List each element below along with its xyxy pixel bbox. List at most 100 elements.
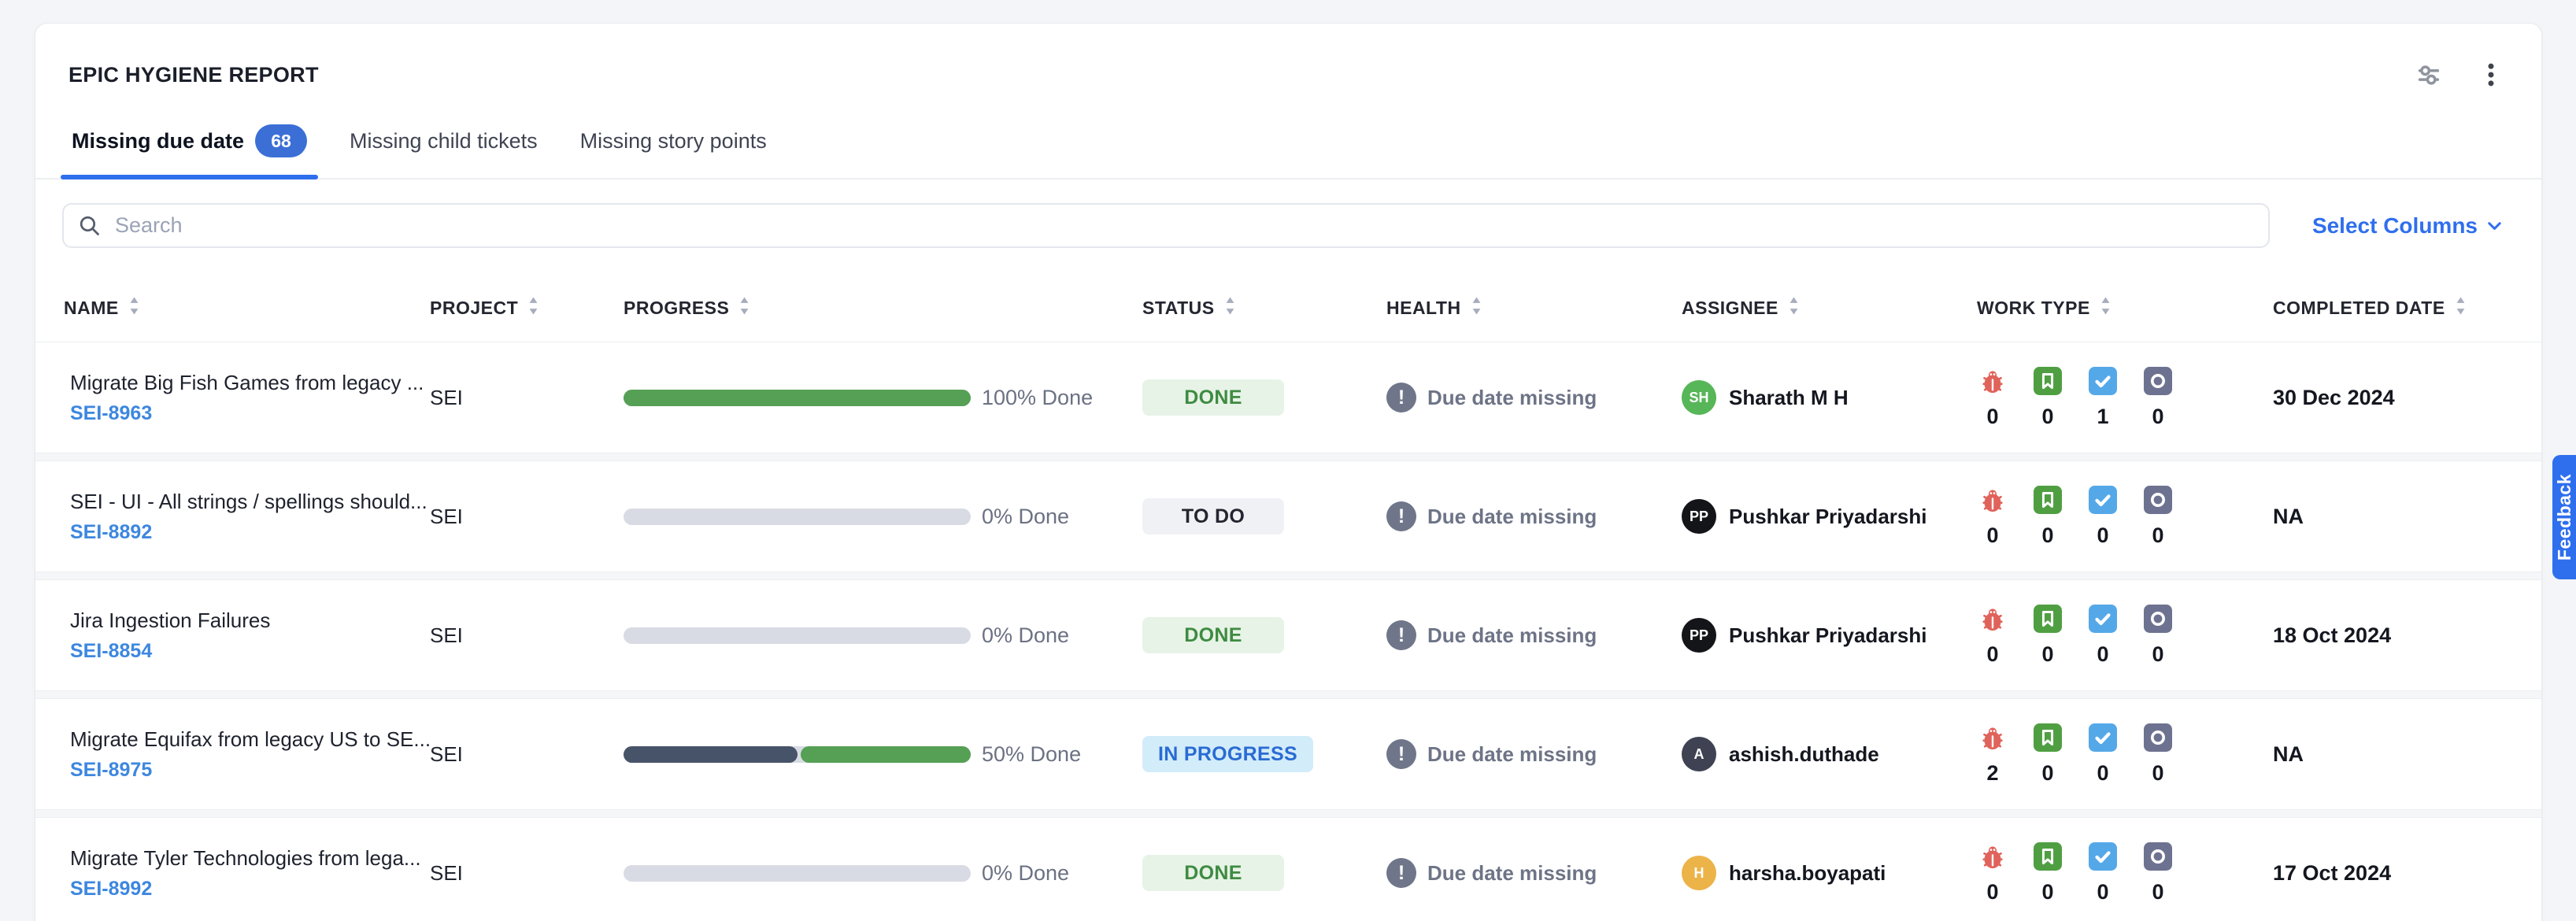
status-badge: DONE xyxy=(1142,617,1284,653)
ticket-link[interactable]: SEI-8892 xyxy=(70,521,430,544)
search-box xyxy=(62,203,2270,248)
ticket-link[interactable]: SEI-8854 xyxy=(70,640,430,663)
kebab-menu-icon[interactable] xyxy=(2472,56,2510,94)
work-type-count: 0 xyxy=(2152,880,2163,904)
status-badge: IN PROGRESS xyxy=(1142,736,1313,772)
task-icon xyxy=(2089,842,2117,871)
column-header-project[interactable]: PROJECT xyxy=(430,295,624,321)
progress-label: 0% Done xyxy=(982,505,1069,529)
health-label: Due date missing xyxy=(1427,505,1597,529)
avatar: A xyxy=(1682,737,1716,771)
search-input[interactable] xyxy=(113,213,2256,239)
work-type-count: 0 xyxy=(2152,523,2163,548)
column-header-status[interactable]: STATUS xyxy=(1142,295,1386,321)
work-type-count: 2 xyxy=(1986,761,1998,786)
work-type-count: 0 xyxy=(1986,523,1998,548)
epic-name: Jira Ingestion Failures xyxy=(70,608,430,633)
warning-icon: ! xyxy=(1386,383,1416,412)
column-header-completed-date[interactable]: COMPLETED DATE xyxy=(2273,295,2513,321)
work-type-count: 0 xyxy=(2152,405,2163,429)
ticket-link[interactable]: SEI-8963 xyxy=(70,402,430,425)
report-tabs: Missing due date 68 Missing child ticket… xyxy=(35,120,2541,179)
work-type-count: 0 xyxy=(2152,642,2163,667)
assignee-name: Pushkar Priyadarshi xyxy=(1729,505,1926,529)
work-type-count: 0 xyxy=(2097,642,2108,667)
work-type-count: 0 xyxy=(2152,761,2163,786)
work-type-count: 0 xyxy=(2041,761,2053,786)
assignee-name: Sharath M H xyxy=(1729,386,1849,410)
tab-missing-due-date[interactable]: Missing due date 68 xyxy=(61,120,318,178)
table-row[interactable]: Jira Ingestion Failures SEI-8854 SEI 0% … xyxy=(35,579,2541,691)
story-icon xyxy=(2034,842,2062,871)
bug-icon xyxy=(1978,486,2007,514)
column-header-name[interactable]: NAME xyxy=(64,295,430,321)
work-type-count: 0 xyxy=(2097,761,2108,786)
warning-icon: ! xyxy=(1386,620,1416,650)
page-title: EPIC HYGIENE REPORT xyxy=(68,63,319,87)
sort-icon xyxy=(1788,295,1800,321)
sort-icon xyxy=(2455,295,2467,321)
work-type-group: 2 0 0 xyxy=(1977,723,2273,786)
avatar: H xyxy=(1682,856,1716,890)
work-type-count: 1 xyxy=(2097,405,2108,429)
project-value: SEI xyxy=(430,861,624,886)
task-icon xyxy=(2089,723,2117,752)
progress-label: 50% Done xyxy=(982,742,1081,767)
completed-date: NA xyxy=(2273,742,2513,767)
bug-icon xyxy=(1978,367,2007,395)
table-row[interactable]: Migrate Equifax from legacy US to SE... … xyxy=(35,698,2541,810)
progress-label: 100% Done xyxy=(982,386,1093,410)
story-icon xyxy=(2034,723,2062,752)
avatar: PP xyxy=(1682,499,1716,534)
epic-name: Migrate Tyler Technologies from lega... xyxy=(70,846,430,871)
feedback-tab[interactable]: Feedback xyxy=(2552,455,2576,579)
epic-name: SEI - UI - All strings / spellings shoul… xyxy=(70,490,430,514)
assignee-name: harsha.boyapati xyxy=(1729,861,1886,886)
tab-count-badge: 68 xyxy=(255,124,307,157)
column-header-work-type[interactable]: WORK TYPE xyxy=(1977,295,2273,321)
table-row[interactable]: SEI - UI - All strings / spellings shoul… xyxy=(35,460,2541,572)
column-header-health[interactable]: HEALTH xyxy=(1386,295,1682,321)
assignee-name: Pushkar Priyadarshi xyxy=(1729,623,1926,648)
epic-icon xyxy=(2144,605,2172,633)
select-columns-button[interactable]: Select Columns xyxy=(2308,213,2510,239)
project-value: SEI xyxy=(430,505,624,529)
work-type-count: 0 xyxy=(1986,642,1998,667)
health-label: Due date missing xyxy=(1427,861,1597,886)
sort-icon xyxy=(2100,295,2112,321)
progress-bar xyxy=(624,390,971,406)
warning-icon: ! xyxy=(1386,858,1416,888)
filter-sliders-icon[interactable] xyxy=(2409,55,2448,94)
column-header-assignee[interactable]: ASSIGNEE xyxy=(1682,295,1977,321)
sort-icon xyxy=(128,295,140,321)
story-icon xyxy=(2034,367,2062,395)
work-type-count: 0 xyxy=(1986,880,1998,904)
ticket-link[interactable]: SEI-8975 xyxy=(70,759,430,782)
story-icon xyxy=(2034,486,2062,514)
table-toolbar: Select Columns xyxy=(35,179,2541,248)
status-badge: DONE xyxy=(1142,379,1284,416)
column-header-progress[interactable]: PROGRESS xyxy=(624,295,1142,321)
project-value: SEI xyxy=(430,386,624,410)
work-type-count: 0 xyxy=(2041,405,2053,429)
ticket-link[interactable]: SEI-8992 xyxy=(70,878,430,901)
card-header: EPIC HYGIENE REPORT xyxy=(35,24,2541,94)
work-type-count: 0 xyxy=(2041,642,2053,667)
epic-icon xyxy=(2144,367,2172,395)
progress-label: 0% Done xyxy=(982,623,1069,648)
table-row[interactable]: Migrate Tyler Technologies from lega... … xyxy=(35,817,2541,921)
project-value: SEI xyxy=(430,623,624,648)
epic-table: NAME PROJECT PROGRESS STATUS HEALTH ASSI… xyxy=(35,248,2541,921)
tab-missing-story-points[interactable]: Missing story points xyxy=(569,120,778,178)
progress-bar xyxy=(624,509,971,525)
tab-label: Missing due date xyxy=(72,129,244,154)
tab-missing-child-tickets[interactable]: Missing child tickets xyxy=(339,120,549,178)
assignee-name: ashish.duthade xyxy=(1729,742,1879,767)
epic-icon xyxy=(2144,842,2172,871)
table-row[interactable]: Migrate Big Fish Games from legacy ... S… xyxy=(35,342,2541,453)
work-type-count: 0 xyxy=(2041,523,2053,548)
sort-icon xyxy=(738,295,750,321)
tab-label: Missing child tickets xyxy=(350,129,538,154)
health-label: Due date missing xyxy=(1427,742,1597,767)
work-type-count: 0 xyxy=(2097,880,2108,904)
